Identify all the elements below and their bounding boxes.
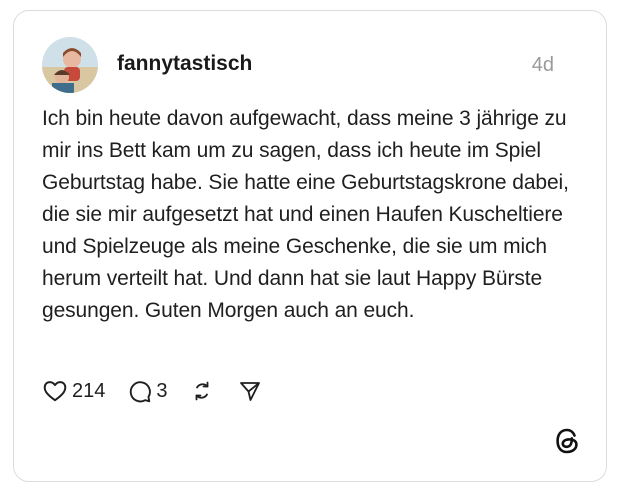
reply-button[interactable]: 3 [127, 379, 168, 404]
share-button[interactable] [238, 379, 262, 403]
repost-button[interactable] [190, 379, 214, 403]
post-card: fannytastisch 4d Ich bin heute davon auf… [13, 10, 607, 482]
avatar[interactable] [42, 37, 98, 93]
like-count: 214 [72, 379, 106, 402]
post-timestamp: 4d [531, 54, 554, 76]
author-username[interactable]: fannytastisch [117, 52, 252, 76]
comment-icon [127, 379, 152, 404]
post-text: Ich bin heute davon aufgewacht, dass mei… [42, 107, 569, 322]
reply-count: 3 [156, 379, 168, 402]
action-bar: 214 3 [42, 377, 262, 405]
send-icon [238, 379, 262, 403]
heart-icon [42, 378, 68, 404]
like-button[interactable]: 214 [42, 378, 105, 404]
repost-icon [190, 379, 214, 403]
threads-logo-icon[interactable] [554, 426, 580, 456]
